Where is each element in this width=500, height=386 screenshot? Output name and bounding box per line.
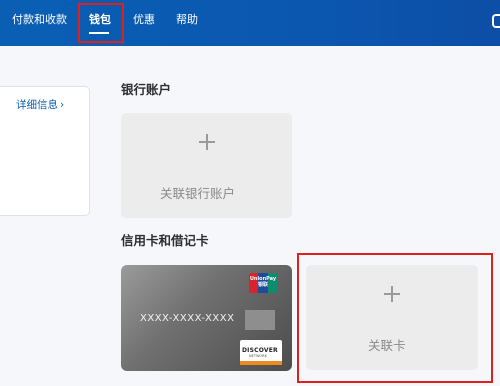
details-link-label: 详细信息 xyxy=(16,99,58,111)
plus-icon xyxy=(199,134,215,150)
discover-logo: DISCOVER NETWORK xyxy=(240,340,282,365)
link-bank-account-label: 关联银行账户 xyxy=(160,186,236,201)
unionpay-logo: UnionPay 银联 xyxy=(249,273,277,293)
top-nav-bar: 付款和收款 钱包 优惠 帮助 xyxy=(0,0,500,46)
highlight-box-link-card xyxy=(297,253,493,383)
chevron-right-icon: › xyxy=(60,99,65,111)
highlight-box-wallet xyxy=(78,3,124,43)
profile-icon[interactable] xyxy=(492,14,500,28)
cards-heading: 信用卡和借记卡 xyxy=(121,233,209,248)
bank-accounts-heading: 银行账户 xyxy=(121,82,172,97)
details-link[interactable]: 详细信息 › xyxy=(16,97,64,112)
card-number: XXXX-XXXX-XXXX xyxy=(140,313,235,324)
credit-card[interactable]: UnionPay 银联 XXXX-XXXX-XXXX DISCOVER NETW… xyxy=(121,265,292,371)
nav-item-help[interactable]: 帮助 xyxy=(176,13,198,27)
link-bank-account-tile[interactable]: 关联银行账户 xyxy=(121,113,292,218)
nav-item-offers[interactable]: 优惠 xyxy=(133,13,155,27)
nav-item-send-receive[interactable]: 付款和收款 xyxy=(12,13,67,27)
card-number-mask xyxy=(245,310,275,330)
